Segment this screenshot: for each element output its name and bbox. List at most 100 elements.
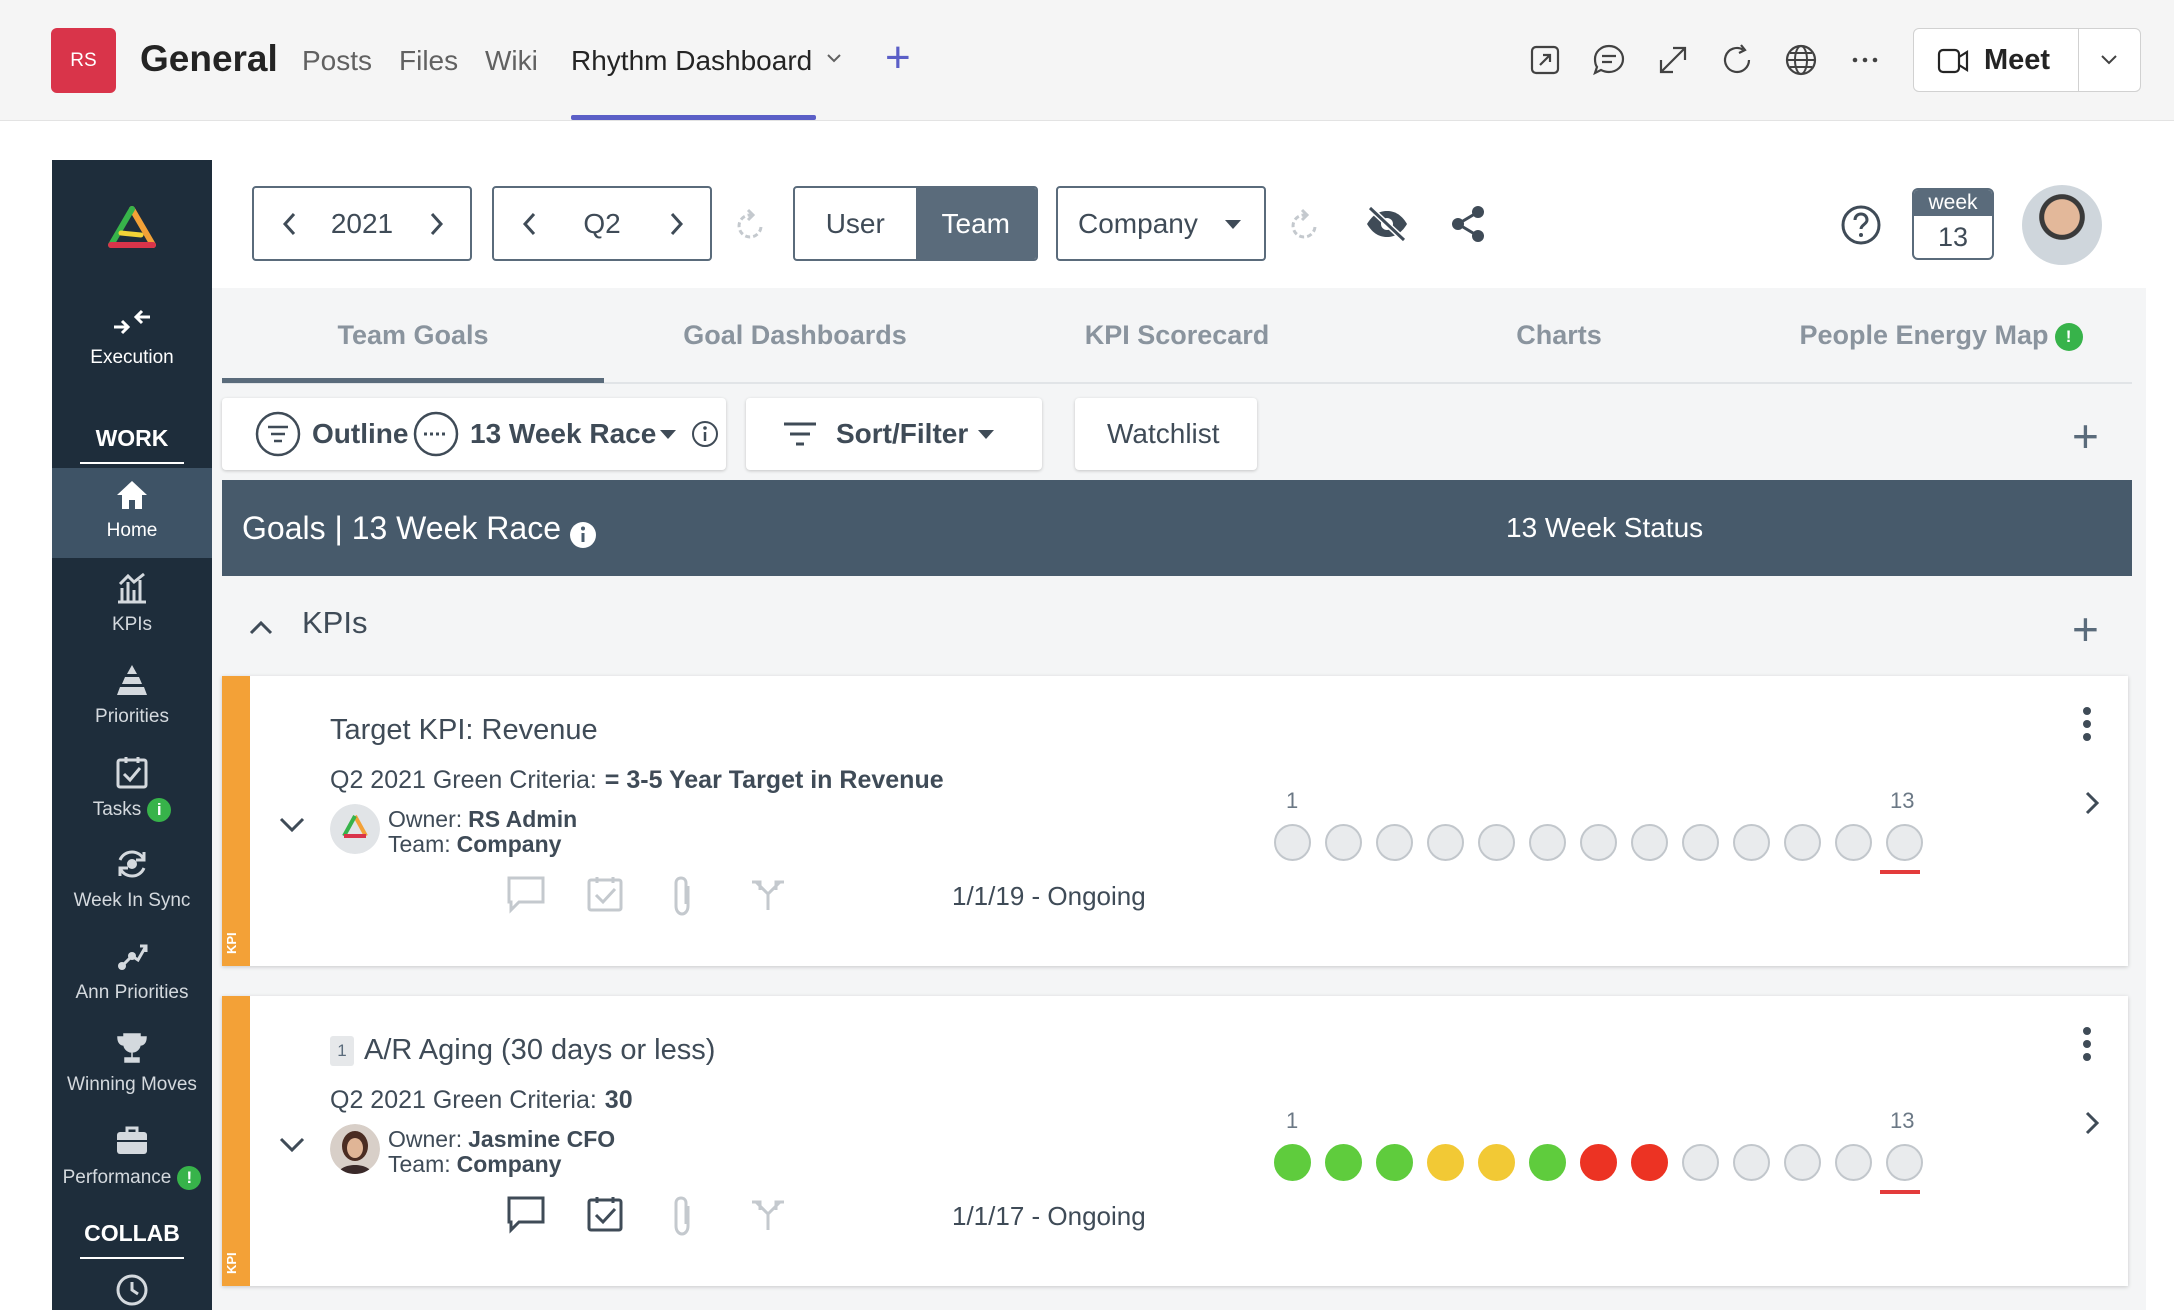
week-status-dot[interactable] xyxy=(1631,824,1668,861)
week-status-dot[interactable] xyxy=(1631,1144,1668,1181)
owner-line: Owner: Jasmine CFO xyxy=(388,1126,615,1153)
sidebar-item-performance[interactable]: Performance! xyxy=(52,1122,212,1190)
refresh-icon[interactable] xyxy=(1719,42,1755,78)
week-status-dot[interactable] xyxy=(1529,824,1566,861)
week-start-label: 1 xyxy=(1286,1108,1299,1133)
tab-people-energy-map[interactable]: People Energy Map! xyxy=(1750,320,2132,351)
add-tab-button[interactable]: + xyxy=(885,36,911,80)
kpi-title[interactable]: 1 A/R Aging (30 days or less) xyxy=(330,1034,715,1067)
outline-label[interactable]: Outline xyxy=(312,418,408,450)
sidebar-item-ann-priorities[interactable]: Ann Priorities xyxy=(52,938,212,1004)
chevron-right-icon[interactable] xyxy=(668,210,686,238)
expand-icon[interactable] xyxy=(1655,42,1691,78)
rhythm-logo-icon[interactable] xyxy=(107,205,157,251)
tab-team-goals[interactable]: Team Goals xyxy=(222,320,604,351)
caret-down-icon[interactable] xyxy=(658,428,678,442)
chevron-down-icon[interactable] xyxy=(826,52,842,64)
kpi-title[interactable]: Target KPI: Revenue xyxy=(330,714,598,747)
user-avatar[interactable] xyxy=(2022,185,2102,265)
tab-goal-dashboards[interactable]: Goal Dashboards xyxy=(604,320,986,351)
week-status-dot[interactable] xyxy=(1580,1144,1617,1181)
sidebar-item-home[interactable]: Home xyxy=(52,478,212,542)
info-icon[interactable] xyxy=(568,520,598,550)
chevron-right-icon[interactable] xyxy=(428,210,446,238)
help-icon[interactable] xyxy=(1840,204,1882,246)
chevron-down-icon[interactable] xyxy=(278,816,306,834)
globe-icon[interactable] xyxy=(1783,42,1819,78)
add-goal-button[interactable]: + xyxy=(2072,413,2099,459)
watchlist-button[interactable]: Watchlist xyxy=(1075,398,1257,470)
week-status-dot[interactable] xyxy=(1274,1144,1311,1181)
team-toggle-option[interactable]: Team xyxy=(915,188,1036,259)
more-icon[interactable] xyxy=(1847,42,1883,78)
week-status-dot[interactable] xyxy=(1835,824,1872,861)
week-status-dot[interactable] xyxy=(1325,824,1362,861)
week-status-dot[interactable] xyxy=(1835,1144,1872,1181)
chevron-up-icon[interactable] xyxy=(248,618,274,636)
sidebar-item-kpis[interactable]: KPIs xyxy=(52,570,212,636)
comment-icon[interactable] xyxy=(505,1194,547,1234)
week-status-dot[interactable] xyxy=(1478,1144,1515,1181)
task-icon[interactable] xyxy=(585,1194,625,1234)
tasks-info-badge[interactable]: i xyxy=(147,798,172,822)
tab-rhythm-dashboard[interactable]: Rhythm Dashboard xyxy=(571,45,812,77)
team-avatar[interactable]: RS xyxy=(51,28,116,93)
add-kpi-button[interactable]: + xyxy=(2072,606,2099,652)
kebab-menu-icon[interactable] xyxy=(2082,1026,2092,1062)
align-icon[interactable] xyxy=(748,1194,788,1234)
info-icon[interactable] xyxy=(690,419,720,449)
reset-icon[interactable] xyxy=(1287,207,1323,243)
share-icon[interactable] xyxy=(1448,204,1488,244)
week-status-dot[interactable] xyxy=(1733,1144,1770,1181)
sidebar-item-winning-moves[interactable]: Winning Moves xyxy=(52,1030,212,1096)
sort-filter-button[interactable]: Sort/Filter xyxy=(746,398,1042,470)
week-status-dot[interactable] xyxy=(1886,1144,1923,1181)
attachment-icon[interactable] xyxy=(669,1194,695,1238)
week-status-dot[interactable] xyxy=(1376,1144,1413,1181)
sidebar-item-week-in-sync[interactable]: Week In Sync xyxy=(52,846,212,912)
user-toggle-option[interactable]: User xyxy=(795,188,916,259)
kebab-menu-icon[interactable] xyxy=(2082,706,2092,742)
race-label[interactable]: 13 Week Race xyxy=(470,418,656,450)
week-status-dot[interactable] xyxy=(1478,824,1515,861)
sidebar-item-tasks[interactable]: Tasks i xyxy=(52,754,212,822)
reset-icon[interactable] xyxy=(733,207,769,243)
week-status-dot[interactable] xyxy=(1784,1144,1821,1181)
week-status-dot[interactable] xyxy=(1886,824,1923,861)
hide-eye-icon[interactable] xyxy=(1364,205,1410,243)
week-status-dot[interactable] xyxy=(1733,824,1770,861)
week-status-dot[interactable] xyxy=(1325,1144,1362,1181)
company-dropdown[interactable]: Company xyxy=(1056,186,1266,261)
week-status-dot[interactable] xyxy=(1427,1144,1464,1181)
chevron-down-icon[interactable] xyxy=(278,1136,306,1154)
week-status-dot[interactable] xyxy=(1784,824,1821,861)
tab-charts[interactable]: Charts xyxy=(1368,320,1750,351)
align-icon[interactable] xyxy=(748,874,788,914)
energy-map-alert-badge[interactable]: ! xyxy=(2054,322,2083,351)
task-icon[interactable] xyxy=(585,874,625,914)
chevron-down-icon[interactable] xyxy=(2099,53,2119,67)
clock-icon[interactable] xyxy=(114,1272,150,1308)
week-status-dot[interactable] xyxy=(1682,824,1719,861)
chat-icon[interactable] xyxy=(1591,42,1627,78)
tab-posts[interactable]: Posts xyxy=(302,45,372,77)
outline-icon[interactable] xyxy=(254,410,302,458)
week-status-dot[interactable] xyxy=(1427,824,1464,861)
week-status-dot[interactable] xyxy=(1376,824,1413,861)
tab-wiki[interactable]: Wiki xyxy=(485,45,538,77)
performance-alert-badge[interactable]: ! xyxy=(177,1166,202,1190)
week-status-dot[interactable] xyxy=(1580,824,1617,861)
week-status-dot[interactable] xyxy=(1682,1144,1719,1181)
week-status-dot[interactable] xyxy=(1529,1144,1566,1181)
attachment-icon[interactable] xyxy=(669,874,695,918)
sidebar-item-execution[interactable]: Execution xyxy=(52,305,212,369)
week-status-dot[interactable] xyxy=(1274,824,1311,861)
popout-icon[interactable] xyxy=(1527,42,1563,78)
sidebar-item-priorities[interactable]: Priorities xyxy=(52,662,212,728)
chevron-right-icon[interactable] xyxy=(2084,1110,2100,1136)
chevron-right-icon[interactable] xyxy=(2084,790,2100,816)
meet-button[interactable]: Meet xyxy=(1913,28,2141,92)
tab-files[interactable]: Files xyxy=(399,45,458,77)
tab-kpi-scorecard[interactable]: KPI Scorecard xyxy=(986,320,1368,351)
comment-icon[interactable] xyxy=(505,874,547,914)
